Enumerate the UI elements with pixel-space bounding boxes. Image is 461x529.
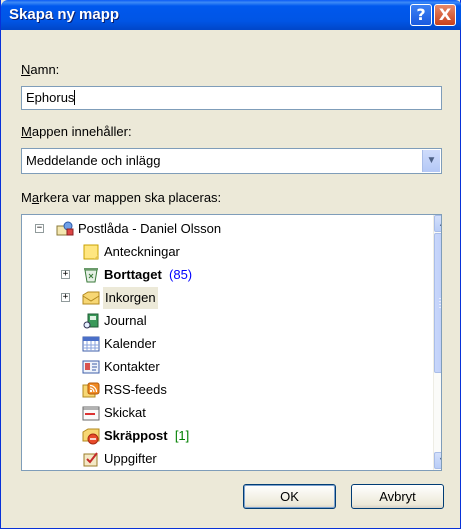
junk-mail-icon	[82, 427, 100, 445]
junk-count: [1]	[174, 428, 190, 443]
name-input[interactable]: Ephorus	[21, 86, 442, 110]
tree-item-contacts[interactable]: Kontakter	[22, 356, 427, 378]
tree-item-inbox[interactable]: + Inkorgen	[22, 287, 427, 309]
folder-contents-value: Meddelande och inlägg	[26, 153, 161, 168]
tree-item-junk[interactable]: Skräppost [1]	[22, 425, 427, 447]
close-icon: X	[438, 5, 452, 24]
cancel-button[interactable]: Avbryt	[351, 484, 444, 509]
tree-item-notes[interactable]: Anteckningar	[22, 241, 427, 263]
unread-count: (85)	[169, 267, 193, 282]
tree-item-journal[interactable]: Journal	[22, 310, 427, 332]
close-button[interactable]: X	[434, 4, 456, 26]
help-icon: ?	[416, 5, 426, 24]
ok-button[interactable]: OK	[243, 484, 336, 509]
tree-root-mailbox[interactable]: − Postlåda - Daniel Olsson	[22, 218, 427, 240]
tasks-icon	[82, 450, 100, 468]
tree-item-rss[interactable]: RSS-feeds	[22, 379, 427, 401]
name-input-value: Ephorus	[26, 90, 75, 105]
contacts-icon	[82, 358, 100, 376]
journal-icon	[82, 312, 100, 330]
tree-scrollbar[interactable]: ▲ ▼	[433, 215, 441, 470]
notes-icon	[82, 243, 100, 261]
contains-label: Mappen innehåller:	[21, 124, 132, 139]
folder-contents-select[interactable]: Meddelande och inlägg ▼	[21, 148, 442, 174]
tree-item-sent[interactable]: Skickat	[22, 402, 427, 424]
tree-item-tasks[interactable]: Uppgifter	[22, 448, 427, 470]
location-label: Markera var mappen ska placeras:	[21, 190, 222, 205]
title-bar[interactable]: Skapa ny mapp ? X	[1, 0, 461, 30]
folder-tree[interactable]: − Postlåda - Daniel Olsson Anteckningar …	[21, 214, 442, 471]
deleted-items-icon	[82, 266, 100, 284]
tree-item-deleted[interactable]: + Borttaget (85)	[22, 264, 427, 286]
scroll-down-icon[interactable]: ▼	[434, 452, 441, 469]
mailbox-icon	[56, 220, 74, 238]
scroll-up-icon[interactable]: ▲	[434, 215, 441, 232]
window-title: Skapa ny mapp	[9, 6, 120, 23]
sent-items-icon	[82, 404, 100, 422]
chevron-down-icon[interactable]: ▼	[422, 150, 440, 172]
tree-item-calendar[interactable]: Kalender	[22, 333, 427, 355]
collapse-icon[interactable]: −	[35, 224, 44, 233]
scrollbar-thumb[interactable]	[434, 233, 441, 373]
expand-icon[interactable]: +	[61, 270, 70, 279]
name-label: Namn:	[21, 62, 60, 77]
tree-root-label: Postlåda - Daniel Olsson	[78, 221, 222, 236]
calendar-icon	[82, 335, 100, 353]
expand-icon[interactable]: +	[61, 293, 70, 302]
dialog-window: Skapa ny mapp ? X Namn: Ephorus Mappen i…	[0, 0, 461, 529]
inbox-icon	[82, 289, 100, 307]
help-button[interactable]: ?	[410, 4, 432, 26]
rss-icon	[82, 381, 100, 399]
